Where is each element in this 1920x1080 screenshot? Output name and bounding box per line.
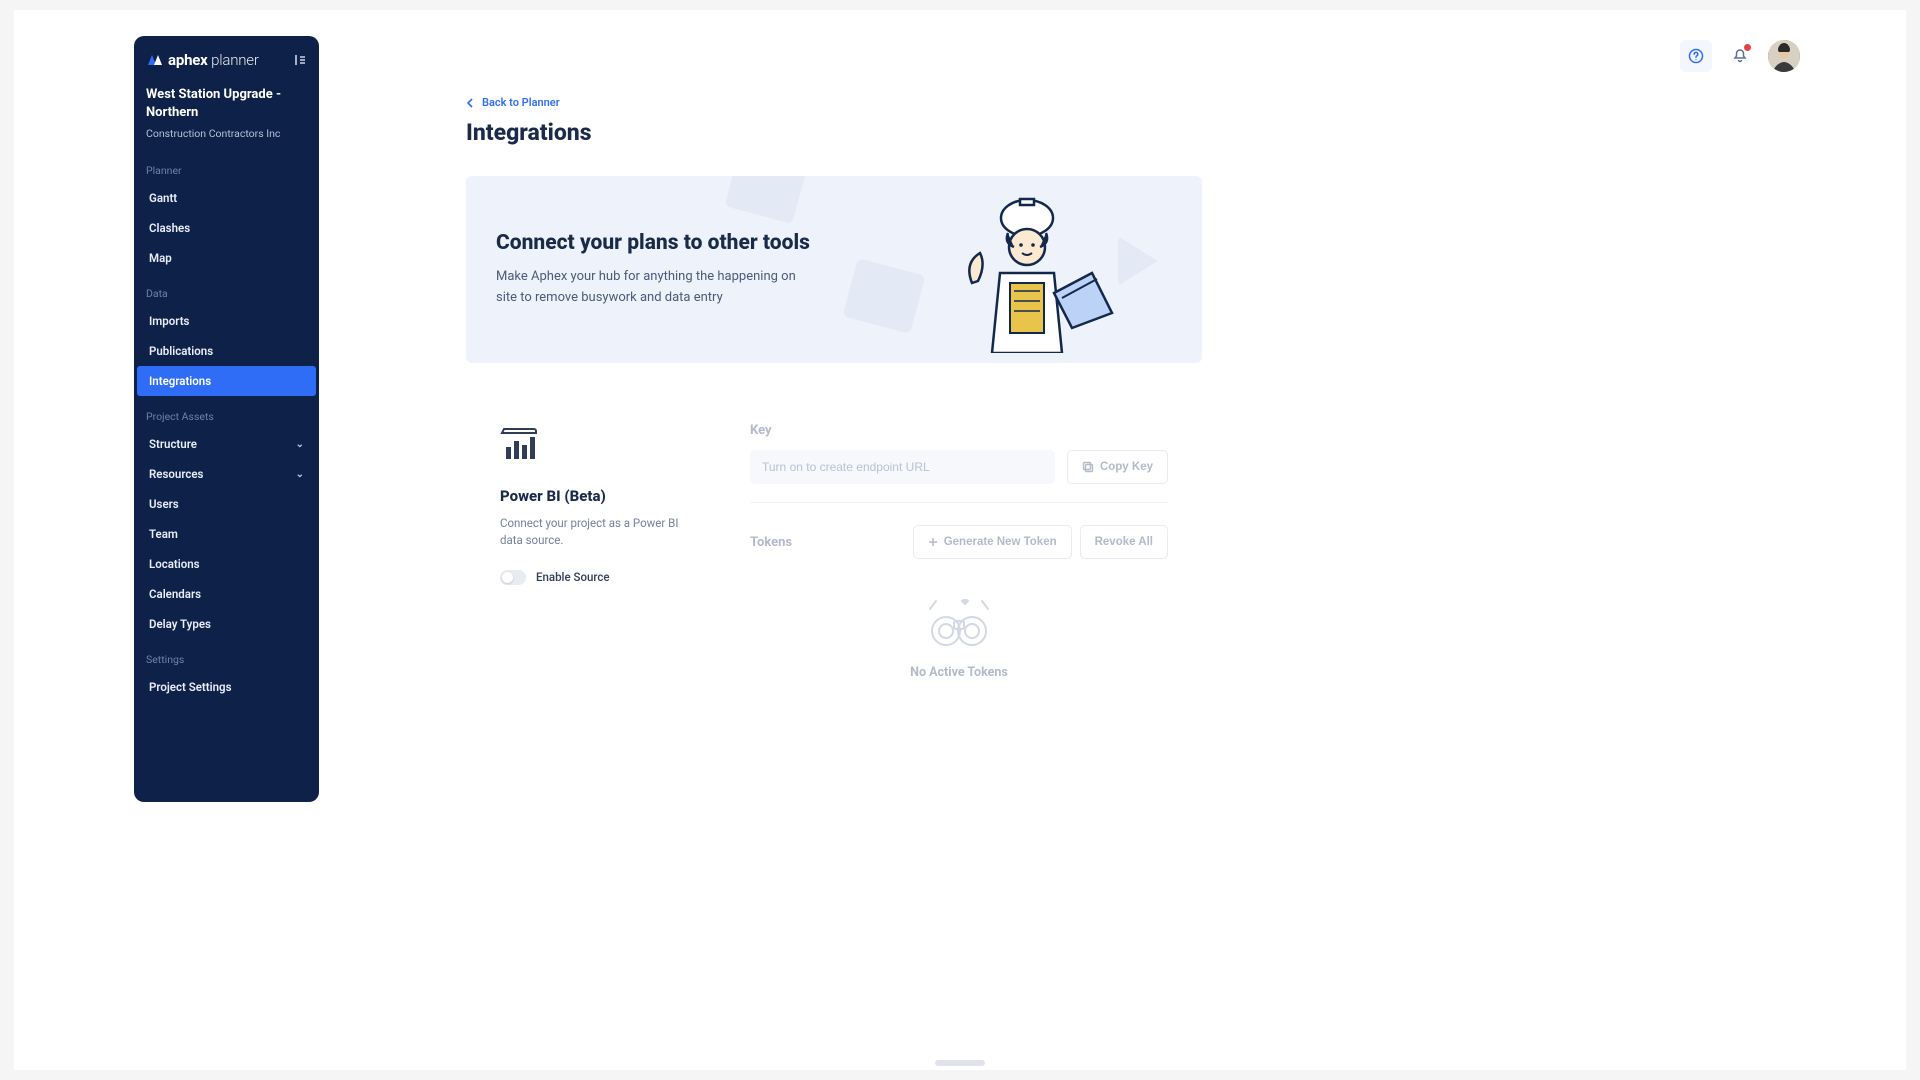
sidebar-item-label: Project Settings <box>149 680 232 694</box>
sidebar-item-label: Structure <box>149 437 197 451</box>
sidebar-item-gantt[interactable]: Gantt <box>137 183 316 213</box>
help-button[interactable] <box>1680 40 1712 72</box>
generate-token-button[interactable]: Generate New Token <box>913 525 1072 559</box>
hero-title: Connect your plans to other tools <box>496 231 816 255</box>
sidebar-item-calendars[interactable]: Calendars <box>137 579 316 609</box>
hero-body: Make Aphex your hub for anything the hap… <box>496 267 816 307</box>
powerbi-icon <box>500 423 690 469</box>
sidebar-item-imports[interactable]: Imports <box>137 306 316 336</box>
sidebar-item-label: Calendars <box>149 587 201 601</box>
integration-card-powerbi: Power BI (Beta) Connect your project as … <box>466 393 1202 740</box>
project-subtitle: Construction Contractors Inc <box>146 127 307 140</box>
sidebar-item-publications[interactable]: Publications <box>137 336 316 366</box>
generate-token-label: Generate New Token <box>944 536 1057 548</box>
hero-illustration-icon <box>962 183 1152 357</box>
sidebar-item-map[interactable]: Map <box>137 243 316 273</box>
hero-banner: Connect your plans to other tools Make A… <box>466 176 1202 363</box>
section-label-settings: Settings <box>134 639 319 672</box>
sidebar-item-label: Users <box>149 497 179 511</box>
top-actions <box>1680 40 1800 72</box>
sidebar-item-resources[interactable]: Resources ⌄ <box>137 459 316 489</box>
sidebar: aphex planner West Station Upgrade - Nor… <box>134 36 319 802</box>
page-title: Integrations <box>466 119 1202 146</box>
sidebar-item-project-settings[interactable]: Project Settings <box>137 672 316 702</box>
sidebar-item-label: Locations <box>149 557 200 571</box>
sidebar-item-label: Imports <box>149 314 189 328</box>
sidebar-item-label: Resources <box>149 467 203 481</box>
enable-source-toggle[interactable] <box>500 570 526 585</box>
back-to-planner-link[interactable]: Back to Planner <box>466 96 1202 109</box>
main-content: Back to Planner Integrations Connect you… <box>466 96 1202 740</box>
copy-key-button[interactable]: Copy Key <box>1067 450 1168 484</box>
binoculars-icon <box>924 599 994 653</box>
enable-source-label: Enable Source <box>536 570 610 584</box>
logo-mark-icon <box>146 53 164 67</box>
sidebar-item-label: Team <box>149 527 178 541</box>
sidebar-item-label: Map <box>149 251 172 265</box>
integration-title: Power BI (Beta) <box>500 487 690 505</box>
sidebar-item-label: Clashes <box>149 221 190 235</box>
tokens-label: Tokens <box>750 535 792 550</box>
revoke-all-button[interactable]: Revoke All <box>1080 525 1168 559</box>
collapse-sidebar-button[interactable] <box>289 50 309 70</box>
sidebar-item-structure[interactable]: Structure ⌄ <box>137 429 316 459</box>
notification-dot-icon <box>1744 44 1751 51</box>
avatar[interactable] <box>1768 40 1800 72</box>
sidebar-item-delay-types[interactable]: Delay Types <box>137 609 316 639</box>
sidebar-item-label: Integrations <box>149 374 211 388</box>
bottom-drag-handle[interactable] <box>935 1060 985 1066</box>
sidebar-item-team[interactable]: Team <box>137 519 316 549</box>
sidebar-item-label: Gantt <box>149 191 177 205</box>
chevron-down-icon: ⌄ <box>296 439 304 450</box>
sidebar-item-locations[interactable]: Locations <box>137 549 316 579</box>
sidebar-item-integrations[interactable]: Integrations <box>137 366 316 396</box>
notifications-button[interactable] <box>1724 40 1756 72</box>
sidebar-item-label: Delay Types <box>149 617 211 631</box>
tokens-empty-state: No Active Tokens <box>750 589 1168 700</box>
empty-state-text: No Active Tokens <box>910 665 1008 680</box>
logo-text: aphex planner <box>168 51 259 69</box>
revoke-all-label: Revoke All <box>1095 536 1153 548</box>
project-title: West Station Upgrade - Northern <box>146 86 307 121</box>
integration-desc: Connect your project as a Power BI data … <box>500 515 690 550</box>
endpoint-url-input[interactable] <box>750 450 1055 484</box>
section-label-assets: Project Assets <box>134 396 319 429</box>
sidebar-item-clashes[interactable]: Clashes <box>137 213 316 243</box>
section-label-data: Data <box>134 273 319 306</box>
key-label: Key <box>750 423 1168 438</box>
copy-key-label: Copy Key <box>1100 461 1153 473</box>
section-label-planner: Planner <box>134 150 319 183</box>
sidebar-item-users[interactable]: Users <box>137 489 316 519</box>
divider <box>750 502 1168 503</box>
back-link-label: Back to Planner <box>482 96 560 109</box>
chevron-down-icon: ⌄ <box>296 469 304 480</box>
sidebar-item-label: Publications <box>149 344 213 358</box>
logo: aphex planner <box>146 51 259 69</box>
